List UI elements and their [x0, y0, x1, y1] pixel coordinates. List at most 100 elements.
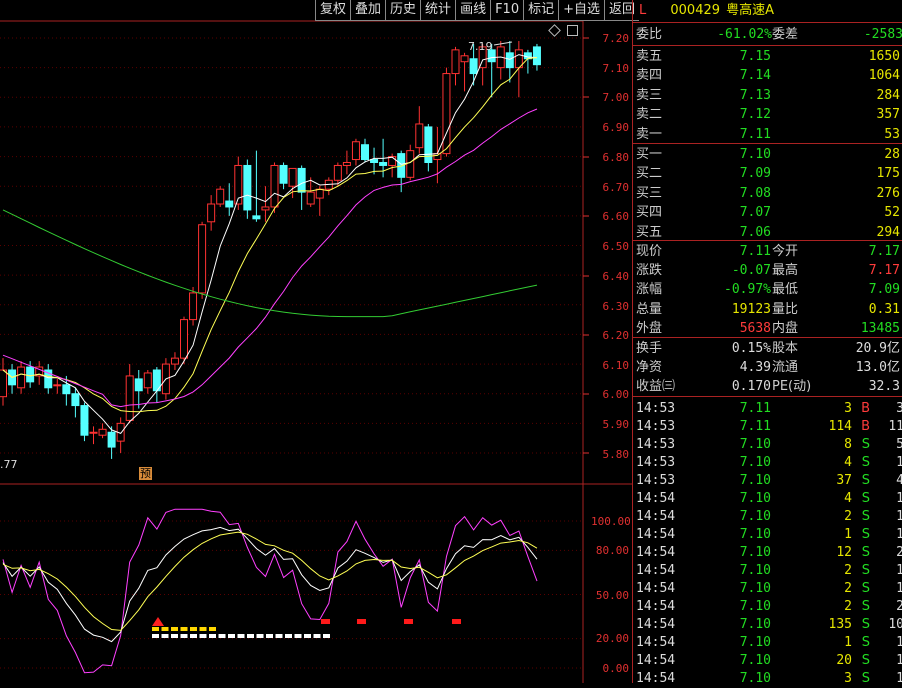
price-tick: 6.70 — [602, 181, 630, 194]
tick-time: 14:54 — [636, 545, 676, 560]
tick-side: S — [861, 527, 870, 542]
bid-price: 7.08 — [739, 185, 771, 201]
bid-row: 买四 7.07 52 — [636, 203, 900, 222]
add-watchlist-button[interactable]: +自选 — [558, 0, 605, 21]
tick-side: S — [861, 599, 870, 614]
quote-value: 19123 — [731, 301, 771, 317]
signal-bar — [152, 634, 159, 638]
signal-bar — [161, 627, 169, 631]
quote-row: 外盘 5638 内盘 13485 — [636, 319, 900, 338]
quote-label: 涨跌 — [636, 263, 663, 279]
sell-signal-mark — [404, 619, 413, 624]
candle-body — [198, 224, 207, 294]
tick-side: S — [861, 473, 870, 488]
candle-body — [270, 164, 279, 208]
tick-row: 14:54 7.10 12 S 2 — [636, 543, 902, 562]
ask-level-label: 卖二 — [636, 107, 663, 123]
price-tick: 5.80 — [602, 448, 630, 461]
tick-row: 14:54 7.10 1 S 1 — [636, 525, 902, 544]
candle-body — [342, 162, 351, 166]
f10-button[interactable]: F10 — [490, 0, 524, 21]
candle-body — [207, 203, 216, 223]
indicator-tick: 50.00 — [595, 589, 629, 602]
tick-price: 7.10 — [739, 671, 771, 686]
kline-chart-svg[interactable] — [0, 0, 632, 683]
tick-row: 14:53 7.11 3 B 3 — [636, 399, 902, 418]
tick-volume: 135 — [828, 617, 852, 632]
window-toggle-icon[interactable] — [567, 25, 578, 36]
tick-row: 14:54 7.10 3 S 1 — [636, 669, 902, 688]
bid-price: 7.10 — [739, 147, 771, 162]
chart-toolbar: 复权 叠加 历史 统计 画线 F10 标记 +自选 返回 — [315, 0, 640, 21]
candle-body — [89, 431, 98, 434]
ask-price: 7.15 — [739, 49, 771, 64]
statistics-button[interactable]: 统计 — [420, 0, 456, 21]
overlay-button[interactable]: 叠加 — [350, 0, 386, 21]
bid-level-label: 买二 — [636, 166, 663, 182]
tick-time: 14:54 — [636, 671, 676, 686]
candle-body — [424, 126, 433, 164]
stock-header: L 000429 粤高速A — [633, 0, 902, 23]
tick-count: 1 — [896, 581, 902, 596]
price-tick: 6.20 — [602, 329, 630, 342]
fundamental-label: 换手 — [636, 341, 663, 356]
candle-body — [451, 49, 460, 75]
quote-label: 量比 — [772, 301, 799, 317]
restore-rights-button[interactable]: 复权 — [315, 0, 351, 21]
quote-value: -0.97% — [724, 282, 771, 298]
signal-bar — [171, 627, 178, 631]
tick-volume: 20 — [836, 653, 852, 668]
quote-value: 7.09 — [868, 282, 900, 298]
tick-side: S — [861, 635, 870, 650]
tick-count: 1 — [896, 653, 902, 668]
signal-bar — [323, 634, 330, 638]
candle-body — [415, 123, 424, 149]
fundamental-label: PE(动) — [772, 379, 812, 395]
tick-price: 7.10 — [739, 617, 771, 632]
candle-body — [180, 319, 188, 359]
candle-body — [279, 164, 288, 184]
kdj-j-line — [2, 508, 538, 674]
tick-time: 14:54 — [636, 509, 676, 524]
ask-volume: 357 — [876, 107, 900, 123]
candle-body — [379, 162, 388, 166]
price-tick: 6.30 — [602, 300, 630, 313]
buy-signal-icon — [152, 617, 164, 626]
tick-time: 14:53 — [636, 419, 676, 434]
candle-body — [297, 167, 306, 193]
signal-bar — [294, 634, 302, 638]
tick-volume: 2 — [844, 563, 852, 578]
fundamental-row: 换手 0.15% 股本 20.9亿 — [636, 339, 900, 358]
tick-count: 3 — [896, 401, 902, 416]
draw-line-button[interactable]: 画线 — [455, 0, 491, 21]
candle-body — [53, 384, 62, 387]
candle-body — [80, 405, 89, 436]
candle-body — [216, 188, 225, 205]
kline-chart-area[interactable]: 复权 叠加 历史 统计 画线 F10 标记 +自选 返回 7.20 7.10 7… — [0, 0, 640, 683]
bid-row: 买二 7.09 175 — [636, 164, 900, 183]
quote-label: 现价 — [636, 244, 663, 259]
tick-row: 14:54 7.10 2 S 1 — [636, 561, 902, 580]
ask-volume: 1064 — [868, 68, 900, 84]
kdj-k-line — [2, 526, 538, 643]
high-price-label: 7.19 — [468, 40, 493, 53]
tick-side: S — [861, 617, 870, 632]
bid-volume: 276 — [876, 185, 900, 201]
bid-row: 买五 7.06 294 — [636, 223, 900, 242]
signal-bar — [275, 634, 283, 638]
candle-body — [170, 357, 179, 365]
candle-body — [98, 428, 107, 436]
tick-volume: 4 — [844, 455, 852, 470]
tick-time: 14:54 — [636, 527, 676, 542]
tick-volume: 37 — [836, 473, 852, 488]
history-button[interactable]: 历史 — [385, 0, 421, 21]
tick-side: B — [861, 419, 870, 434]
candle-body — [532, 46, 541, 66]
kdj-d-line — [2, 531, 538, 631]
mark-button[interactable]: 标记 — [523, 0, 559, 21]
candle-body — [243, 164, 252, 211]
candle-body — [460, 55, 469, 63]
ask-row: 卖一 7.11 53 — [636, 125, 900, 144]
tick-count: 1 — [896, 455, 902, 470]
signal-bar — [180, 634, 188, 638]
